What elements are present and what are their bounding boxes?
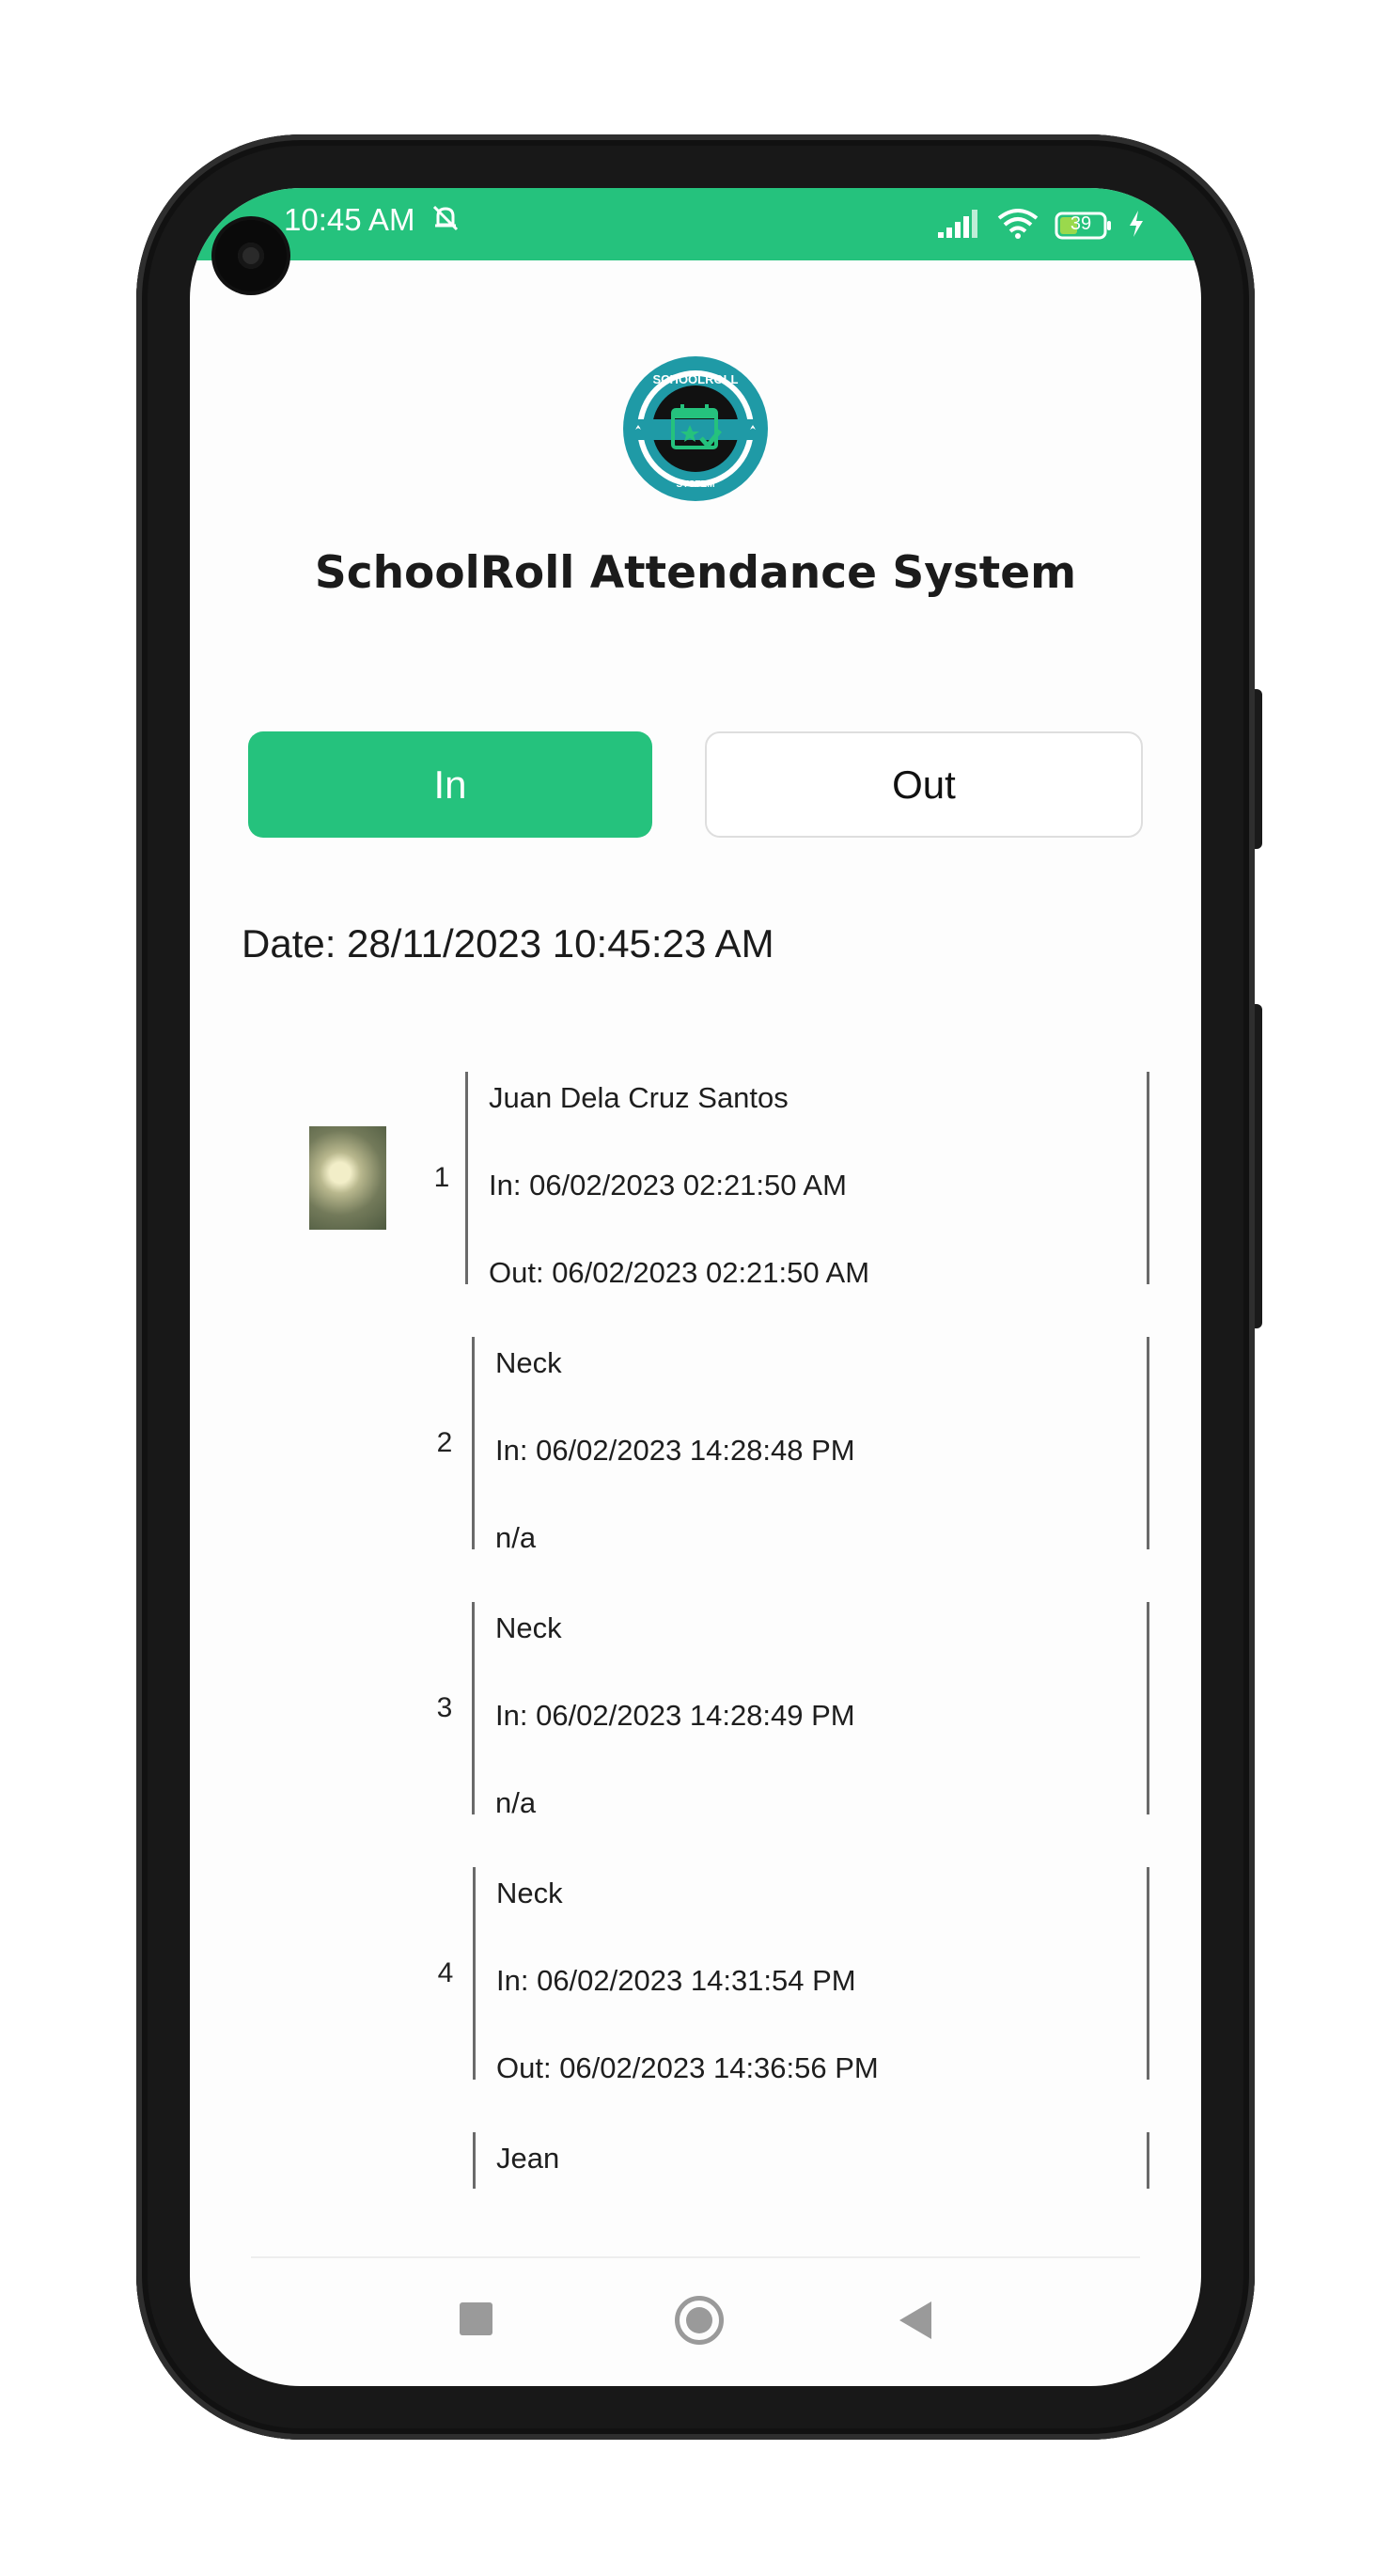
- power-button: [1255, 1004, 1262, 1328]
- charging-icon: [1128, 210, 1145, 242]
- page-title: SchoolRoll Attendance System: [314, 547, 1077, 599]
- divider: [1147, 1337, 1149, 1549]
- in-button[interactable]: In: [248, 731, 652, 838]
- time-out: Out: 06/02/2023 02:21:50 AM: [489, 1256, 870, 1289]
- app-logo: SCHOOLROLL SYSTEM: [622, 355, 769, 502]
- wifi-icon: [996, 208, 1039, 243]
- battery-icon: 39: [1055, 212, 1113, 240]
- nav-separator: [251, 2256, 1140, 2258]
- battery-level: 39: [1070, 213, 1092, 234]
- row-number: 1: [433, 1162, 450, 1193]
- logo-top-text: SCHOOLROLL: [653, 372, 739, 386]
- student-name: Neck: [495, 1346, 562, 1379]
- student-name: Neck: [496, 1877, 563, 1909]
- divider: [473, 2132, 476, 2189]
- student-name: Jean: [496, 2142, 560, 2175]
- list-item[interactable]: 1 Juan Dela Cruz Santos In: 06/02/2023 0…: [190, 1072, 1201, 1289]
- list-item[interactable]: Jean: [190, 2132, 1201, 2189]
- out-button[interactable]: Out: [705, 731, 1143, 838]
- recents-icon[interactable]: [460, 2302, 492, 2335]
- divider: [473, 1867, 476, 2080]
- back-icon[interactable]: [899, 2301, 931, 2339]
- status-icons: 39: [936, 207, 1145, 244]
- time-out: n/a: [495, 1786, 537, 1819]
- status-time: 10:45 AM: [284, 202, 461, 242]
- divider: [1147, 1072, 1149, 1284]
- student-photo: [309, 1126, 386, 1230]
- home-icon[interactable]: [675, 2296, 724, 2345]
- student-name: Neck: [495, 1611, 562, 1644]
- time-in: In: 06/02/2023 02:21:50 AM: [489, 1169, 847, 1202]
- divider: [1147, 1602, 1149, 1814]
- time-in: In: 06/02/2023 14:28:48 PM: [495, 1434, 855, 1467]
- divider: [472, 1337, 475, 1549]
- date-label: Date: 28/11/2023 10:45:23 AM: [242, 921, 774, 966]
- time-in: In: 06/02/2023 14:31:54 PM: [496, 1964, 856, 1997]
- time-out: Out: 06/02/2023 14:36:56 PM: [496, 2051, 879, 2084]
- navigation-bar: [190, 2256, 1201, 2386]
- row-number: 2: [436, 1427, 453, 1458]
- list-item[interactable]: 2 Neck In: 06/02/2023 14:28:48 PM n/a: [190, 1337, 1201, 1554]
- time-in: In: 06/02/2023 14:28:49 PM: [495, 1699, 855, 1732]
- logo-bottom-text: SYSTEM: [676, 479, 714, 490]
- list-item[interactable]: 3 Neck In: 06/02/2023 14:28:49 PM n/a: [190, 1602, 1201, 1819]
- screen: 10:45 AM 39 SCHOOLROLL SYSTEM SchoolRoll…: [190, 188, 1201, 2386]
- time-out: n/a: [495, 1521, 537, 1554]
- volume-button: [1255, 689, 1262, 849]
- list-item[interactable]: 4 Neck In: 06/02/2023 14:31:54 PM Out: 0…: [190, 1867, 1201, 2084]
- signal-icon: [936, 208, 981, 243]
- divider: [1147, 2132, 1149, 2189]
- row-number: 4: [437, 1957, 454, 1988]
- phone-frame: 10:45 AM 39 SCHOOLROLL SYSTEM SchoolRoll…: [136, 134, 1262, 2440]
- row-number: 3: [436, 1692, 453, 1723]
- divider: [472, 1602, 475, 1814]
- front-camera: [215, 220, 287, 291]
- silent-icon: [430, 202, 461, 242]
- divider: [1147, 1867, 1149, 2080]
- student-name: Juan Dela Cruz Santos: [489, 1081, 789, 1114]
- status-bar: 10:45 AM 39: [190, 188, 1201, 260]
- divider: [465, 1072, 468, 1284]
